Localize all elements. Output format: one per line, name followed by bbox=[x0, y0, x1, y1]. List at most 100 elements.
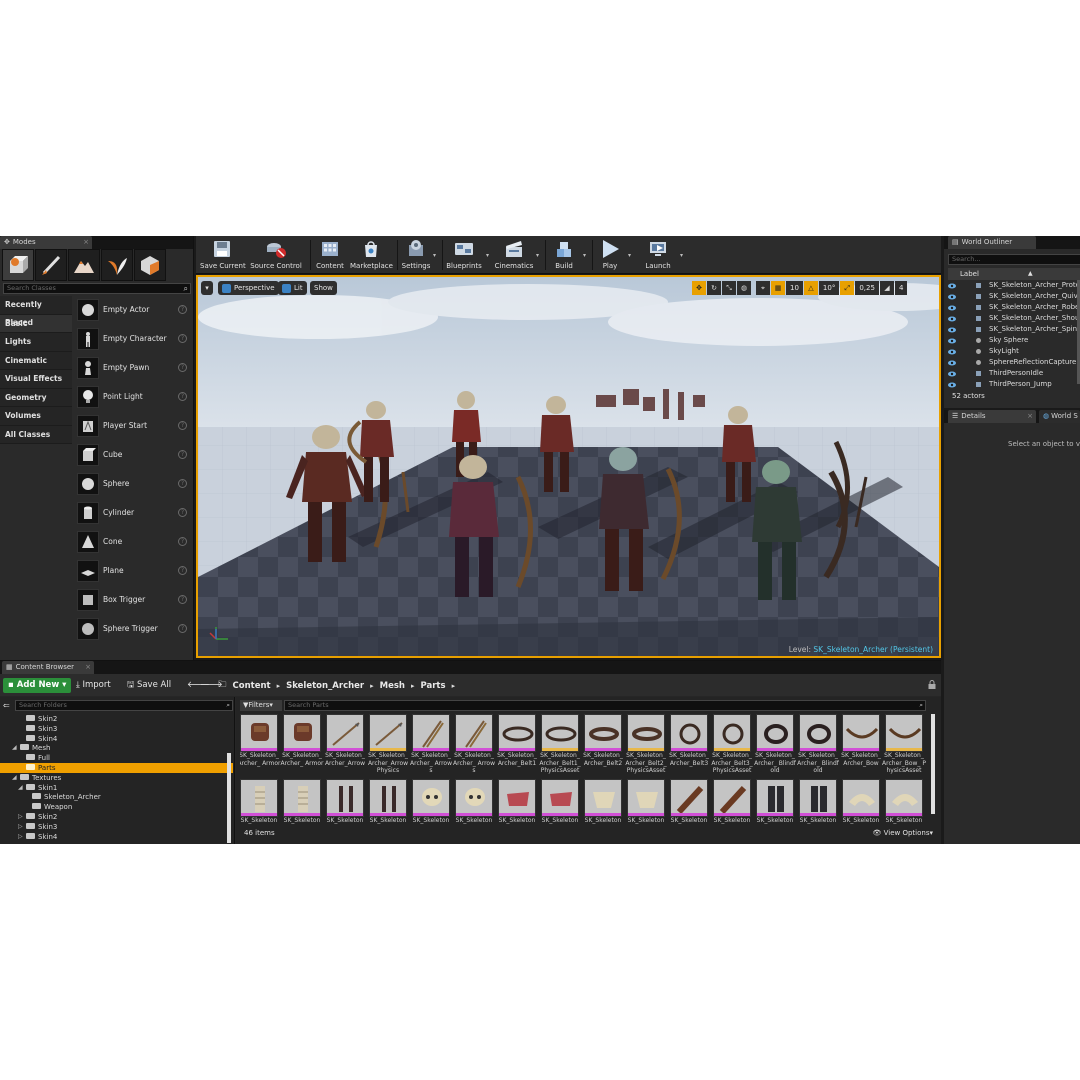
asset-thumbnail[interactable]: SK_Skeleton bbox=[842, 779, 882, 828]
foliage-mode-icon[interactable] bbox=[101, 249, 133, 281]
asset-thumbnail[interactable]: SK_Skeleton_ Archer_ Arrows bbox=[410, 714, 452, 776]
visibility-eye-icon[interactable] bbox=[948, 348, 956, 355]
cinematics-dropdown-arrow[interactable]: ▾ bbox=[536, 252, 539, 259]
visibility-eye-icon[interactable] bbox=[948, 282, 956, 289]
asset-thumbnail[interactable]: SK_Skeleton bbox=[283, 779, 323, 828]
help-icon[interactable]: ? bbox=[178, 392, 187, 401]
visibility-eye-icon[interactable] bbox=[948, 293, 956, 300]
category-cinematic[interactable]: Cinematic bbox=[0, 351, 72, 370]
folder-skeleton-archer[interactable]: Skeleton_Archer bbox=[0, 792, 233, 802]
asset-thumbnail[interactable]: SK_Skeleton bbox=[584, 779, 624, 828]
asset-thumbnail[interactable]: SK_Skeleton bbox=[455, 779, 495, 828]
asset-thumbnail[interactable]: SK_Skeleton bbox=[541, 779, 581, 828]
category-basic[interactable]: Basic bbox=[0, 314, 72, 333]
close-icon[interactable]: × bbox=[83, 236, 89, 249]
breadcrumb-parts[interactable]: Parts bbox=[421, 681, 446, 691]
folder-skin3[interactable]: Skin3 bbox=[0, 724, 233, 734]
outliner-row[interactable]: SK_Skeleton_Archer_Robe bbox=[944, 302, 1080, 313]
asset-thumbnail[interactable]: SK_Skeleton bbox=[240, 779, 280, 828]
settings-dropdown-arrow[interactable]: ▾ bbox=[433, 252, 436, 259]
help-icon[interactable]: ? bbox=[178, 305, 187, 314]
asset-thumbnail[interactable]: SK_Skeleton bbox=[885, 779, 925, 828]
help-icon[interactable]: ? bbox=[178, 566, 187, 575]
category-visual-effects[interactable]: Visual Effects bbox=[0, 370, 72, 389]
asset-thumbnail[interactable]: SK_Skeleton bbox=[369, 779, 409, 828]
outliner-row[interactable]: SK_Skeleton_Archer_Should bbox=[944, 313, 1080, 324]
collapsed-arrow-icon[interactable]: ▷ bbox=[18, 812, 23, 822]
folder-tree-scrollbar[interactable] bbox=[227, 753, 231, 843]
close-icon[interactable]: × bbox=[85, 661, 91, 674]
visibility-eye-icon[interactable] bbox=[948, 370, 956, 377]
marketplace-button[interactable]: Marketplace bbox=[350, 238, 393, 272]
source-control-button[interactable]: Source Control bbox=[248, 238, 304, 272]
outliner-row[interactable]: SK_Skeleton_Archer_Quiver bbox=[944, 291, 1080, 302]
asset-thumbnail[interactable]: SK_Skeleton_ Archer_ Arrows bbox=[453, 714, 495, 776]
scale-snap-value[interactable]: 0,25 bbox=[855, 281, 879, 295]
tab-world-settings[interactable]: ◍ World S bbox=[1039, 410, 1080, 423]
help-icon[interactable]: ? bbox=[178, 363, 187, 372]
asset-thumbnail[interactable]: SK_Skeleton_ Archer_Belt1_ PhysicsAsset bbox=[539, 714, 581, 776]
asset-thumbnail[interactable]: SK_Skeleton bbox=[627, 779, 667, 828]
help-icon[interactable]: ? bbox=[178, 508, 187, 517]
asset-thumbnail[interactable]: SK_Skeleton_ Archer_Belt2_ PhysicsAsset bbox=[625, 714, 667, 776]
outliner-row[interactable]: SK_Skeleton_Archer_Spine bbox=[944, 324, 1080, 335]
visibility-eye-icon[interactable] bbox=[948, 304, 956, 311]
asset-thumbnail[interactable]: SK_Skeleton bbox=[326, 779, 366, 828]
view-options-button[interactable]: 👁 View Options▾ bbox=[873, 829, 934, 837]
outliner-column-header[interactable]: Label ▲ bbox=[948, 268, 1080, 280]
asset-thumbnail[interactable]: SK_Skeleton_ Archer_ Armor bbox=[280, 714, 324, 776]
search-classes-input[interactable]: Search Classes ⌕ bbox=[3, 283, 191, 294]
category-geometry[interactable]: Geometry bbox=[0, 388, 72, 407]
asset-thumbnail[interactable]: SK_Skeleton_ Archer_Arrow bbox=[325, 714, 366, 776]
folder-parts[interactable]: Parts bbox=[0, 762, 233, 773]
asset-thumbnail[interactable]: SK_Skeleton_ Archer_Belt3_ PhysicsAsset bbox=[711, 714, 753, 776]
save-all-button[interactable]: 🖫 Save All bbox=[127, 678, 171, 693]
breadcrumb-content[interactable]: Content bbox=[233, 681, 271, 691]
settings-button[interactable]: Settings bbox=[400, 238, 432, 272]
class-item-player-start[interactable]: Player Start? bbox=[73, 412, 192, 441]
rotation-snap-value[interactable]: 10° bbox=[818, 281, 840, 295]
collapsed-arrow-icon[interactable]: ▷ bbox=[18, 832, 23, 842]
expanded-arrow-icon[interactable]: ◢ bbox=[12, 743, 17, 753]
scale-snap-icon[interactable]: ⤢ bbox=[840, 281, 855, 295]
class-item-plane[interactable]: Plane? bbox=[73, 557, 192, 586]
collapsed-arrow-icon[interactable]: ▷ bbox=[18, 822, 23, 832]
search-folders-input[interactable]: Search Folders ⌕ bbox=[15, 700, 233, 711]
folder-skin4[interactable]: ▷ Skin4 bbox=[0, 832, 233, 842]
cinematics-button[interactable]: Cinematics bbox=[494, 238, 534, 272]
save-current-button[interactable]: Save Current bbox=[200, 238, 246, 272]
level-viewport[interactable]: ▾ Perspective Lit Show ✥ ↻ ⤡ ◍ ⌖ ▦ 10 △ … bbox=[196, 275, 941, 658]
rotate-tool-icon[interactable]: ↻ bbox=[707, 281, 721, 295]
add-new-button[interactable]: ▪ Add New ▾ bbox=[3, 678, 72, 693]
breadcrumb-arrow-icon[interactable]: ▸ bbox=[277, 682, 281, 690]
filters-button[interactable]: ▼Filters▾ bbox=[240, 700, 282, 711]
place-mode-icon[interactable] bbox=[2, 249, 34, 281]
expanded-arrow-icon[interactable]: ◢ bbox=[12, 773, 17, 783]
play-button[interactable]: Play bbox=[595, 238, 625, 272]
help-icon[interactable]: ? bbox=[178, 595, 187, 604]
asset-thumbnail[interactable]: SK_Skeleton bbox=[412, 779, 452, 828]
class-item-cone[interactable]: Cone? bbox=[73, 528, 192, 557]
help-icon[interactable]: ? bbox=[178, 334, 187, 343]
visibility-eye-icon[interactable] bbox=[948, 326, 956, 333]
search-parts-input[interactable]: Search Parts ⌕ bbox=[284, 700, 926, 711]
visibility-eye-icon[interactable] bbox=[948, 315, 956, 322]
build-button[interactable]: Build bbox=[548, 238, 580, 272]
class-item-empty-character[interactable]: Empty Character? bbox=[73, 325, 192, 354]
tab-details[interactable]: ☰ Details × bbox=[948, 410, 1036, 423]
breadcrumb-arrow-icon[interactable]: ▸ bbox=[452, 682, 456, 690]
outliner-row[interactable]: SkyLight bbox=[944, 346, 1080, 357]
camera-speed-value[interactable]: 4 bbox=[894, 281, 908, 295]
folder-skin3[interactable]: ▷ Skin3 bbox=[0, 822, 233, 832]
asset-thumbnail[interactable]: SK_Skeleton bbox=[713, 779, 753, 828]
asset-thumbnail[interactable]: SK_Skeleton_ Archer_ Blindfold bbox=[797, 714, 839, 776]
asset-thumbnail[interactable]: SK_Skeleton_ Archer_Belt2 bbox=[583, 714, 624, 776]
category-volumes[interactable]: Volumes bbox=[0, 407, 72, 426]
perspective-button[interactable]: Perspective bbox=[218, 281, 279, 295]
class-item-cylinder[interactable]: Cylinder? bbox=[73, 499, 192, 528]
folder-mesh[interactable]: ◢ Mesh bbox=[0, 743, 233, 753]
lit-button[interactable]: Lit bbox=[278, 281, 307, 295]
asset-thumbnail[interactable]: SK_Skeleton bbox=[799, 779, 839, 828]
asset-thumbnail[interactable]: SK_Skeleton_ Archer_Bow bbox=[841, 714, 882, 776]
tab-content-browser[interactable]: ▦ Content Browser × bbox=[2, 661, 94, 674]
